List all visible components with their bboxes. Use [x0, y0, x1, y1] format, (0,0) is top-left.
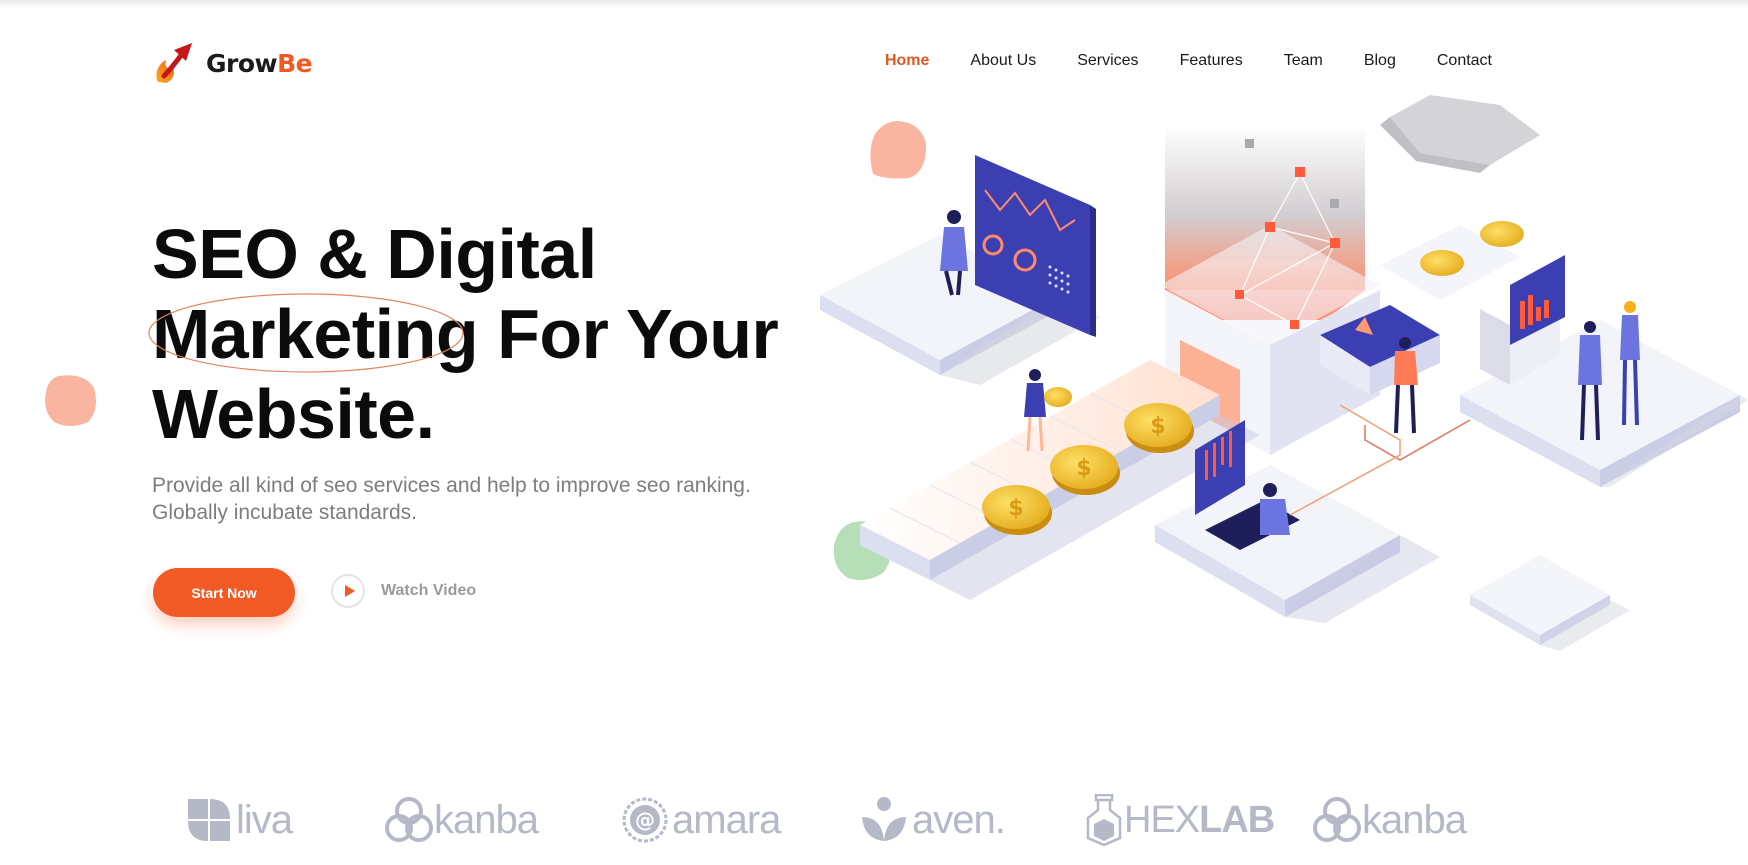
aven-leaf-icon — [862, 797, 906, 841]
start-now-button[interactable]: Start Now — [153, 568, 295, 617]
top-shadow — [0, 0, 1748, 8]
client-logos: liva kanba @ amara aven. HEXLAB kanba — [0, 790, 1748, 860]
watch-video-button[interactable]: Watch Video — [331, 574, 476, 608]
svg-text:$: $ — [1008, 496, 1023, 521]
hero-title-line3: Website. — [152, 375, 435, 453]
kanba-rings-icon — [1313, 797, 1361, 842]
logo-aven: aven. — [860, 790, 1006, 850]
logo-liva: liva — [186, 790, 293, 850]
main-nav: Home About Us Services Features Team Blo… — [885, 52, 1492, 70]
nav-about[interactable]: About Us — [970, 52, 1036, 70]
nav-features[interactable]: Features — [1180, 52, 1243, 70]
nav-home[interactable]: Home — [885, 52, 929, 70]
highlight-ellipse — [148, 293, 464, 373]
kanba-rings-icon — [385, 797, 433, 842]
svg-text:$: $ — [1076, 456, 1091, 481]
nav-blog[interactable]: Blog — [1364, 52, 1396, 70]
brand-logo[interactable]: GrowBe — [152, 40, 313, 86]
logo-hexlab: HEXLAB — [1086, 790, 1275, 850]
hero-title-line1: SEO & Digital — [152, 215, 597, 293]
logo-kanba-1: kanba — [384, 790, 539, 850]
logo-amara: @ amara — [622, 790, 781, 850]
nav-team[interactable]: Team — [1284, 52, 1323, 70]
hexlab-flask-icon — [1086, 794, 1122, 846]
right-top-belt — [1380, 221, 1524, 300]
watch-video-label: Watch Video — [381, 582, 477, 599]
hero-title: SEO & Digital Marketing For Your Website… — [148, 214, 852, 454]
svg-text:$: $ — [1150, 414, 1165, 439]
peach-blob-left — [45, 375, 96, 426]
hero-title-line2: Marketing For Your — [148, 293, 852, 374]
nav-services[interactable]: Services — [1077, 52, 1138, 70]
hero-subtitle: Provide all kind of seo services and hel… — [152, 474, 751, 524]
small-slab — [1470, 555, 1630, 651]
gray-slab — [1380, 95, 1540, 173]
right-platform — [1460, 255, 1748, 487]
logo-kanba-2: kanba — [1312, 790, 1467, 850]
nav-contact[interactable]: Contact — [1437, 52, 1492, 70]
liva-icon — [188, 799, 230, 841]
amara-at-icon: @ — [622, 797, 668, 843]
play-icon[interactable] — [331, 574, 365, 608]
svg-text:@: @ — [635, 808, 655, 832]
seo-isometric-illustration: $ $ $ — [820, 95, 1748, 651]
rocket-arrow-icon — [156, 43, 192, 83]
bottom-platform — [1155, 420, 1440, 623]
highlighted-word: Marketing — [148, 293, 479, 374]
brand-name: GrowBe — [206, 48, 313, 78]
